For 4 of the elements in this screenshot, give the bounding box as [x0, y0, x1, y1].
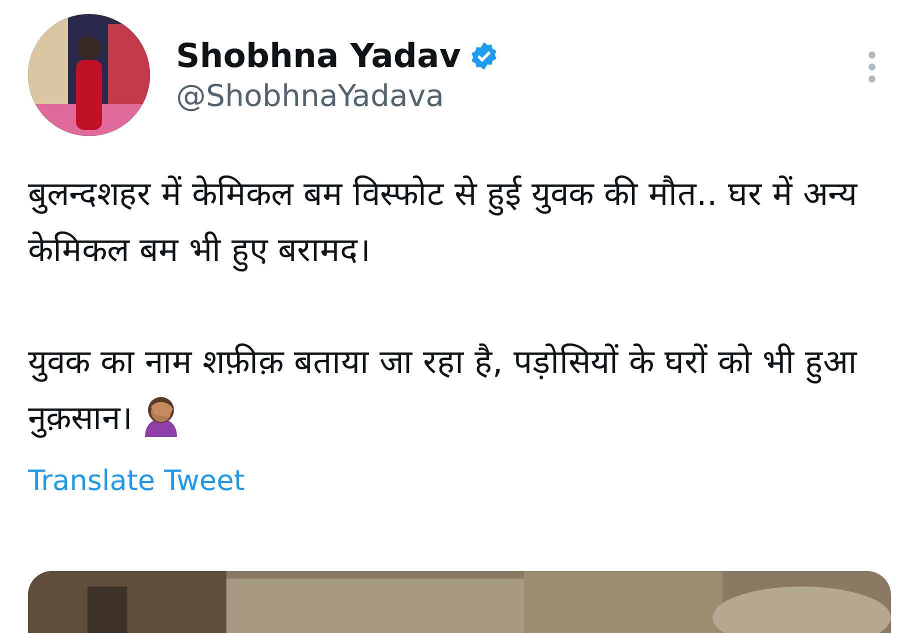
tweet-text: युवक का नाम शफ़ीक़ बताया जा रहा है, पड़ोसियों के घरों को भी हुआ नुक़सान।	[28, 341, 858, 440]
tweet-text: बुलन्दशहर में केमिकल बम विस्फोट से हुई युवक की मौत.. घर में अन्य केमिकल बम भी हुए बरामद।	[28, 166, 891, 278]
author-name[interactable]: Shobhna Yadav	[176, 36, 461, 75]
author-handle[interactable]: @ShobhnaYadava	[176, 79, 839, 114]
